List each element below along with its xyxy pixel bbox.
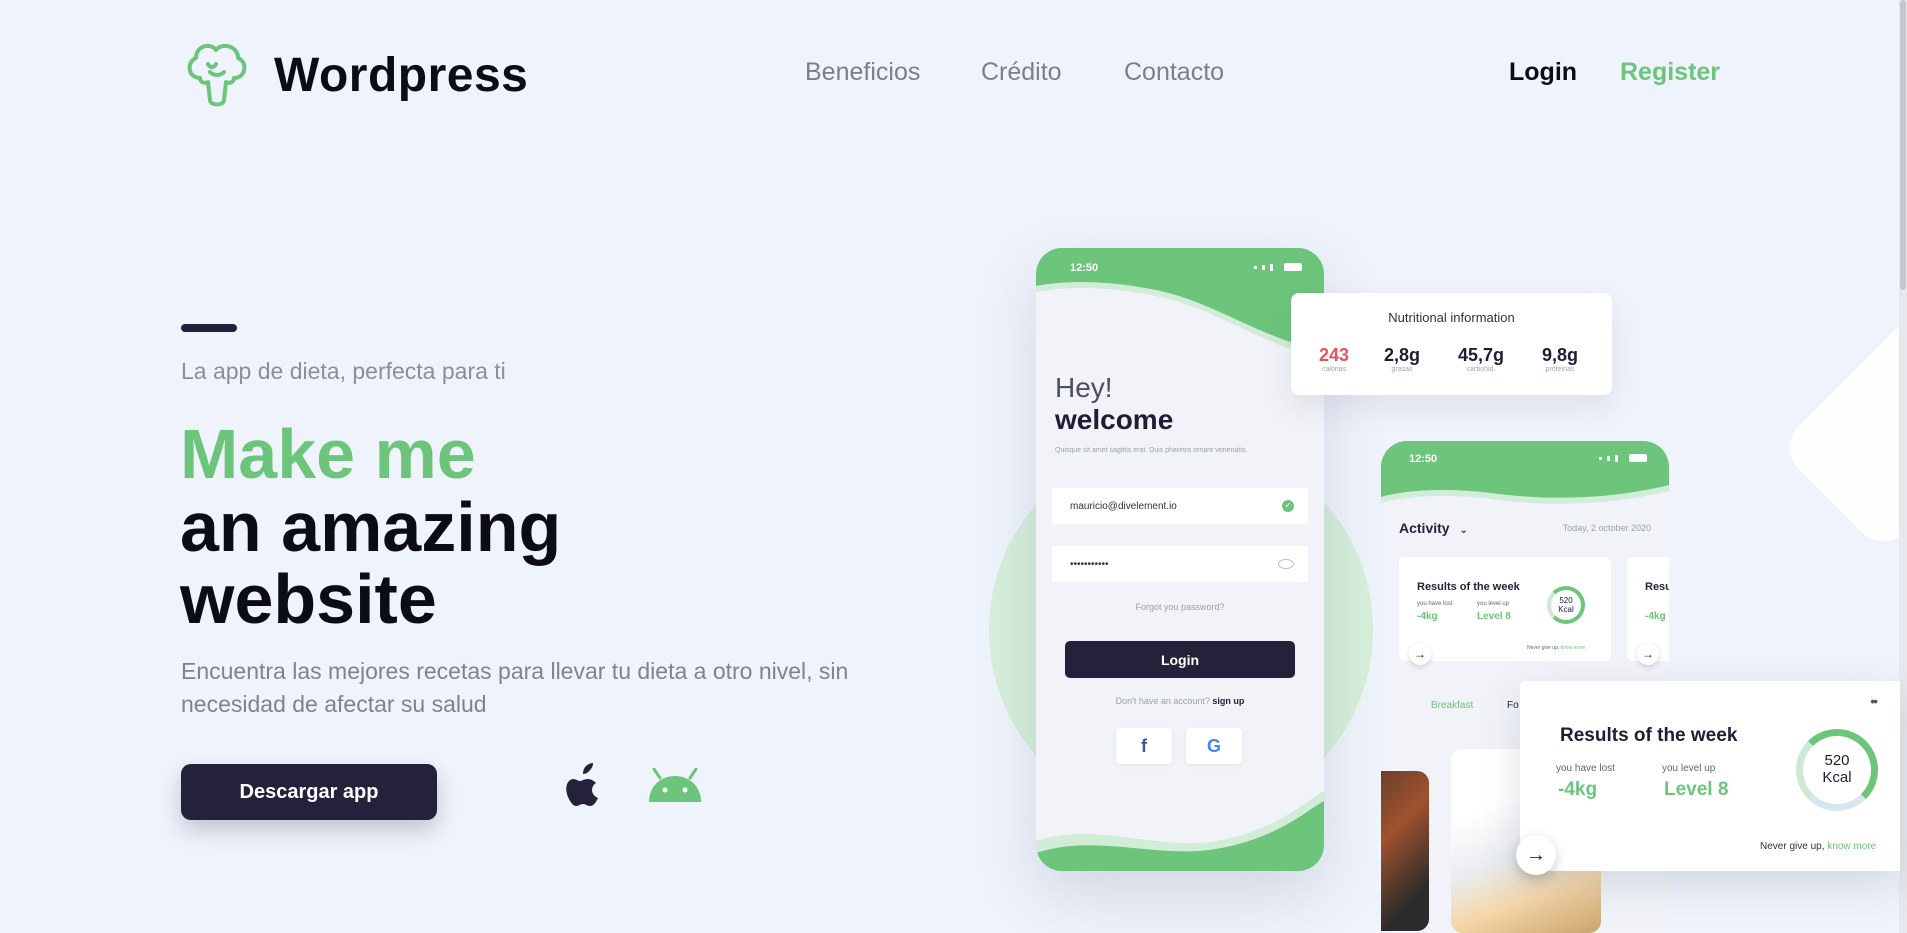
results-foot-text: Never give up, xyxy=(1760,841,1825,852)
mini-foot-text: Never give up, xyxy=(1527,645,1560,651)
activity-label: Activity xyxy=(1399,520,1450,536)
login-link[interactable]: Login xyxy=(1509,58,1577,87)
accent-dash xyxy=(181,324,237,332)
calories-value: 243 xyxy=(1319,345,1350,365)
hero-description: Encuentra las mejores recetas para lleva… xyxy=(181,658,849,717)
kcal-value: 520 xyxy=(1824,752,1850,769)
brand-name[interactable]: Wordpress xyxy=(274,48,528,103)
arrow-right-icon[interactable]: → xyxy=(1637,643,1659,665)
mini-foot: Never give up, know more xyxy=(1527,645,1585,651)
carbs-value: 45,7g xyxy=(1458,345,1505,365)
protein-label: proteinas xyxy=(1545,366,1575,373)
email-field[interactable]: mauricio@divelement.io ✓ xyxy=(1052,488,1308,524)
facebook-button[interactable]: f xyxy=(1116,728,1172,764)
headline-line-3: website xyxy=(180,560,437,638)
arrow-right-icon[interactable]: → xyxy=(1516,835,1556,875)
android-icon[interactable] xyxy=(646,768,704,804)
know-more-link[interactable]: know more xyxy=(1827,841,1876,852)
calories-label: calorias xyxy=(1321,366,1347,373)
phone-login-button[interactable]: Login xyxy=(1065,641,1295,678)
activity-title[interactable]: Activity ⌄ xyxy=(1399,520,1468,536)
welcome-title: welcome xyxy=(1055,404,1174,435)
google-button[interactable]: G xyxy=(1186,728,1242,764)
nutrition-protein: 9,8g proteinas xyxy=(1542,345,1578,373)
headline-green: Make me xyxy=(180,415,476,493)
forgot-password-link[interactable]: Forgot you password? xyxy=(1036,602,1324,612)
results-level-label: you level up xyxy=(1662,763,1716,774)
no-account-text: Don't have an account? xyxy=(1115,696,1210,706)
results-title: Results of the week xyxy=(1560,725,1738,746)
tagline: La app de dieta, perfecta para ti xyxy=(181,358,506,384)
mini-level-value: Level 8 xyxy=(1477,611,1511,622)
kcal-ring: 520 Kcal xyxy=(1796,729,1878,811)
more-icon[interactable]: •• xyxy=(1870,693,1878,709)
password-value: ••••••••••• xyxy=(1070,558,1109,570)
phone-footer-wave xyxy=(1036,791,1324,871)
activity-status-icons xyxy=(1599,454,1647,462)
signup-prompt: Don't have an account? sign up xyxy=(1036,696,1324,706)
mini-lost-value: -4kg xyxy=(1417,611,1438,622)
eye-icon[interactable] xyxy=(1278,559,1294,569)
register-link[interactable]: Register xyxy=(1620,58,1720,87)
headline-line-2: an amazing xyxy=(180,488,562,566)
status-time: 12:50 xyxy=(1070,262,1099,274)
nav-credito[interactable]: Crédito xyxy=(981,58,1062,87)
scrollbar-thumb[interactable] xyxy=(1900,0,1906,290)
decorative-shape xyxy=(1777,306,1907,554)
nutrition-calories: 243 calorias xyxy=(1319,345,1349,373)
mini-results-title: Results of the week xyxy=(1417,581,1520,593)
mini-results-title-2: Resu xyxy=(1645,581,1669,593)
welcome-text: Quisque sit amet sagittis erat. Duis pha… xyxy=(1055,447,1248,454)
mini-lost-value-2: -4kg xyxy=(1645,611,1666,622)
nutrition-fat: 2,8g grasas xyxy=(1384,345,1420,373)
results-foot: Never give up, know more xyxy=(1760,841,1876,852)
mini-level-label: you level up xyxy=(1477,601,1510,607)
check-icon: ✓ xyxy=(1282,500,1294,512)
nav-contacto[interactable]: Contacto xyxy=(1124,58,1224,87)
results-lost-label: you have lost xyxy=(1556,763,1615,774)
password-field[interactable]: ••••••••••• xyxy=(1052,546,1308,582)
login-phone-mockup: 12:50 Hey! welcome Quisque sit amet sagi… xyxy=(1036,248,1324,871)
activity-status-time: 12:50 xyxy=(1409,453,1438,465)
results-level-value: Level 8 xyxy=(1664,779,1729,800)
email-value: mauricio@divelement.io xyxy=(1070,500,1177,512)
mini-kcal-ring: 520 Kcal xyxy=(1547,586,1585,624)
mini-lost-label: you have lost xyxy=(1417,601,1453,607)
fat-label: grasas xyxy=(1391,366,1413,373)
signup-link[interactable]: sign up xyxy=(1212,696,1244,706)
mini-kcal-unit: Kcal xyxy=(1558,605,1574,614)
arrow-right-icon[interactable]: → xyxy=(1409,643,1431,665)
results-lost-value: -4kg xyxy=(1558,779,1598,800)
status-icons xyxy=(1254,263,1302,271)
fat-value: 2,8g xyxy=(1384,345,1421,365)
nav-beneficios[interactable]: Beneficios xyxy=(805,58,920,87)
nutrition-card: Nutritional information 243 calorias 2,8… xyxy=(1291,293,1612,395)
mini-kcal-value: 520 xyxy=(1559,596,1573,605)
greeting: Hey! xyxy=(1055,372,1113,403)
mini-results-card: Results of the week you have lost -4kg y… xyxy=(1399,557,1611,665)
tab-breakfast[interactable]: Breakfast xyxy=(1431,700,1473,711)
mini-results-card-2: Resu -4kg → xyxy=(1627,557,1669,665)
nutrition-carbs: 45,7g carbohid. xyxy=(1458,345,1504,373)
results-card: •• Results of the week you have lost -4k… xyxy=(1520,681,1900,871)
broccoli-icon[interactable] xyxy=(180,38,254,112)
tab-food[interactable]: Fo xyxy=(1507,700,1519,711)
apple-icon[interactable] xyxy=(560,762,606,810)
mini-know-more[interactable]: know more xyxy=(1561,645,1585,651)
kcal-unit: Kcal xyxy=(1822,769,1852,786)
food-image[interactable] xyxy=(1381,771,1429,931)
download-app-button[interactable]: Descargar app xyxy=(181,764,437,820)
chevron-down-icon: ⌄ xyxy=(1459,525,1468,536)
protein-value: 9,8g xyxy=(1542,345,1579,365)
nutrition-title: Nutritional information xyxy=(1388,310,1515,325)
activity-date: Today, 2 october 2020 xyxy=(1562,523,1651,533)
activity-header-wave xyxy=(1381,441,1669,504)
carbs-label: carbohid. xyxy=(1466,366,1496,373)
